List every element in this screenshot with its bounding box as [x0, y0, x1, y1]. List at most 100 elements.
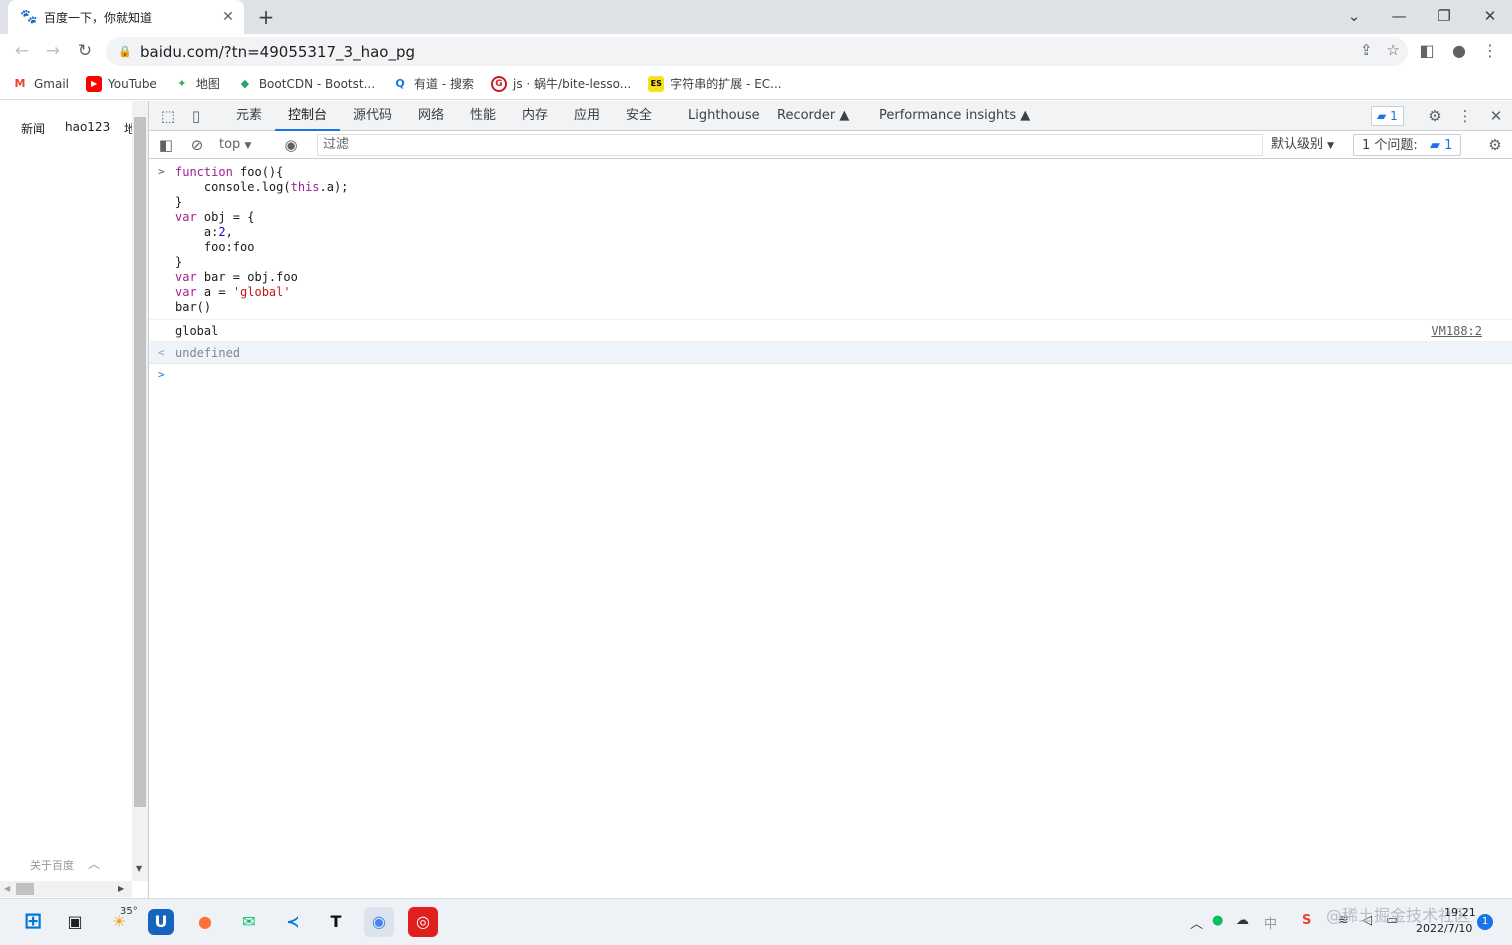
dropdown-arrow-icon: ▼ — [244, 141, 252, 151]
close-tab-icon[interactable]: ✕ — [220, 9, 236, 25]
console-settings-icon[interactable]: ⚙ — [1485, 135, 1505, 155]
clock-time[interactable]: 19:21 — [1444, 906, 1476, 919]
notification-badge[interactable]: 1 — [1477, 914, 1493, 930]
scrollbar-thumb[interactable] — [134, 117, 146, 807]
messages-badge[interactable]: ▰ 1 — [1371, 106, 1404, 126]
app-u-icon[interactable]: U — [148, 909, 174, 935]
tab-elements[interactable]: 元素 — [236, 101, 262, 131]
horizontal-scrollbar[interactable]: ◀ ▶ — [0, 881, 132, 897]
address-bar[interactable]: 🔒 baidu.com/?tn=49055317_3_hao_pg ⇪ ☆ — [106, 37, 1408, 66]
devtools-panel: ⬚ ▯ 元素 控制台 源代码 网络 性能 内存 应用 安全 Lighthouse… — [148, 101, 1512, 898]
message-icon: ▰ — [1377, 109, 1387, 123]
sogou-icon[interactable]: S — [1302, 913, 1311, 928]
device-toggle-icon[interactable]: ▯ — [186, 106, 206, 126]
log-levels-dropdown[interactable]: 默认级别 ▼ — [1271, 131, 1334, 159]
ime-indicator[interactable]: 中 — [1264, 913, 1277, 932]
vertical-scrollbar[interactable]: ▼ — [132, 101, 148, 881]
live-expression-eye-icon[interactable]: ◉ — [281, 135, 301, 155]
code-line: bar() — [175, 300, 212, 314]
scroll-right-icon[interactable]: ▶ — [118, 884, 124, 893]
share-icon[interactable]: ⇪ — [1360, 41, 1373, 59]
vscode-icon[interactable]: ≺ — [278, 907, 308, 937]
task-view-icon[interactable]: ▣ — [60, 907, 90, 937]
bookmark-item[interactable]: G js · 蜗牛/bite-lesso... — [491, 75, 631, 92]
console-prompt[interactable]: > — [149, 364, 1512, 386]
tab-title: 百度一下，你就知道 — [44, 10, 153, 25]
tab-sources[interactable]: 源代码 — [353, 101, 392, 131]
chevron-up-icon[interactable]: ︿ — [88, 855, 100, 872]
tab-network[interactable]: 网络 — [418, 101, 444, 131]
source-link[interactable]: VM188:2 — [1431, 320, 1482, 342]
tab-performance-insights[interactable]: Performance insights ▲ — [879, 101, 1030, 131]
tab-memory[interactable]: 内存 — [522, 101, 548, 131]
settings-gear-icon[interactable]: ⚙ — [1425, 106, 1445, 126]
code-line: } — [175, 195, 183, 209]
clear-console-icon[interactable]: ⊘ — [187, 135, 207, 155]
scrollbar-thumb[interactable] — [16, 883, 34, 895]
more-options-icon[interactable]: ⋮ — [1455, 106, 1475, 126]
sidebar-toggle-icon[interactable]: ◧ — [156, 135, 176, 155]
side-panel-icon[interactable]: ◧ — [1415, 39, 1439, 63]
chrome-icon[interactable]: ◉ — [364, 907, 394, 937]
tab-security[interactable]: 安全 — [626, 101, 652, 131]
windows-start-icon[interactable]: ⊞ — [18, 907, 48, 937]
tab-lighthouse[interactable]: Lighthouse — [688, 101, 760, 131]
console-input-entry: > function foo(){ console.log(this.a); }… — [149, 159, 1512, 320]
scroll-left-icon[interactable]: ◀ — [4, 884, 10, 893]
about-baidu-link[interactable]: 关于百度 — [30, 857, 74, 873]
onedrive-icon[interactable]: ☁ — [1236, 913, 1249, 928]
bookmark-item[interactable]: Q 有道 - 搜索 — [392, 75, 474, 92]
prompt-chevron-icon: > — [158, 368, 165, 381]
inspect-element-icon[interactable]: ⬚ — [158, 106, 178, 126]
back-icon[interactable]: ← — [10, 39, 34, 63]
console-return-entry: < undefined — [149, 342, 1512, 364]
tab-application[interactable]: 应用 — [574, 101, 600, 131]
forward-icon[interactable]: → — [41, 39, 65, 63]
chrome-menu-icon[interactable]: ⋮ — [1478, 39, 1502, 63]
es6-icon: ES — [648, 75, 665, 92]
return-value: undefined — [175, 346, 241, 360]
tab-console[interactable]: 控制台 — [275, 101, 341, 131]
input-prompt-icon: > — [158, 165, 165, 178]
code-line: foo:foo — [175, 240, 255, 254]
close-devtools-icon[interactable]: ✕ — [1486, 106, 1506, 126]
tab-search-icon[interactable]: ⌄ — [1340, 4, 1368, 28]
nav-link-map[interactable]: 地 — [124, 120, 132, 137]
restore-icon[interactable]: ❐ — [1430, 4, 1458, 28]
clock-date[interactable]: 2022/7/10 — [1416, 922, 1472, 935]
firefox-icon[interactable]: ● — [190, 907, 220, 937]
bootcdn-icon: ◆ — [240, 76, 250, 90]
tray-wechat-icon[interactable]: ● — [1212, 913, 1223, 928]
filter-input[interactable]: 过滤 — [317, 134, 1263, 156]
bookmark-item[interactable]: ▶ YouTube — [86, 75, 157, 92]
baidu-paw-icon: 🐾 — [20, 9, 38, 25]
console-log: > function foo(){ console.log(this.a); }… — [149, 159, 1512, 386]
tab-performance[interactable]: 性能 — [470, 101, 496, 131]
bookmark-item[interactable]: ◆ BootCDN - Bootst... — [237, 76, 375, 92]
issues-button[interactable]: 1 个问题: ▰ 1 — [1353, 134, 1462, 156]
bookmark-item[interactable]: ✦ 地图 — [174, 75, 220, 92]
reload-icon[interactable]: ↻ — [73, 39, 97, 63]
close-window-icon[interactable]: ✕ — [1476, 4, 1504, 28]
tab-recorder[interactable]: Recorder ▲ — [777, 101, 849, 131]
code-line: a:2, — [175, 225, 233, 239]
scroll-down-icon[interactable]: ▼ — [136, 864, 142, 873]
netease-music-icon[interactable]: ◎ — [408, 907, 438, 937]
gitee-icon: G — [491, 75, 507, 92]
bookmark-item[interactable]: M Gmail — [12, 76, 70, 92]
browser-tab[interactable]: 🐾 百度一下，你就知道 ✕ — [8, 0, 244, 34]
context-selector[interactable]: top ▼ — [219, 131, 251, 159]
return-arrow-icon: < — [158, 346, 165, 359]
bookmark-item[interactable]: ES 字符串的扩展 - EC... — [648, 75, 782, 92]
minimize-icon[interactable]: — — [1385, 4, 1413, 28]
tray-overflow-icon[interactable]: ︿ — [1190, 913, 1203, 932]
code-line: function foo(){ — [175, 165, 284, 179]
bookmark-star-icon[interactable]: ☆ — [1387, 41, 1400, 59]
new-tab-button[interactable]: + — [254, 5, 278, 29]
profile-avatar-icon[interactable]: ● — [1447, 39, 1471, 63]
wechat-icon[interactable]: ✉ — [234, 907, 264, 937]
maps-icon: ✦ — [177, 76, 187, 90]
typora-icon[interactable]: T — [321, 907, 351, 937]
nav-link-news[interactable]: 新闻 — [21, 120, 45, 137]
nav-link-hao123[interactable]: hao123 — [65, 120, 110, 134]
